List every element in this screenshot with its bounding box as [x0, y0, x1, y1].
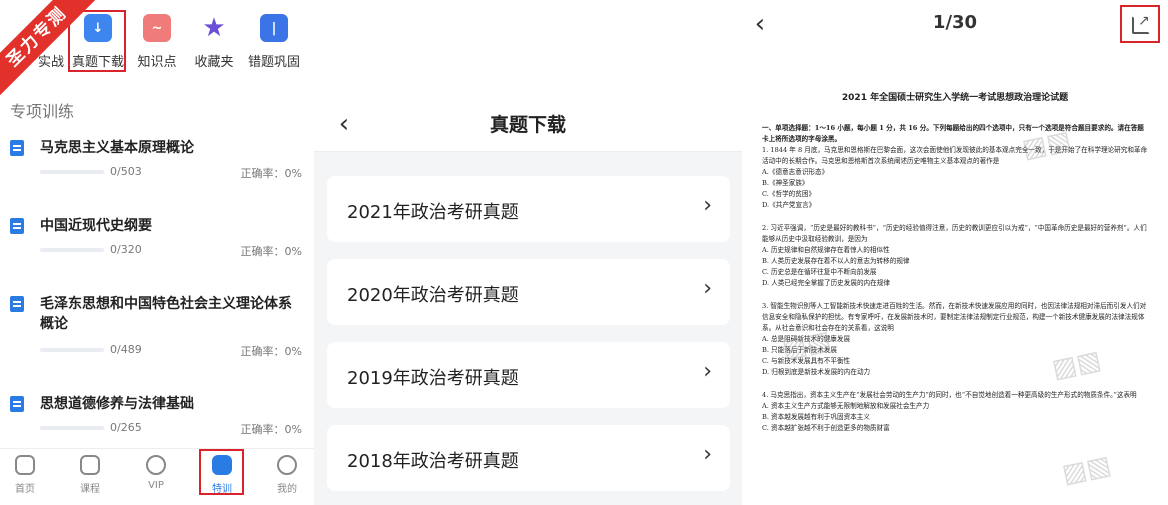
tab-vip[interactable]: VIP — [131, 455, 181, 491]
quick-item-knowledge[interactable]: ~ 知识点 — [126, 10, 188, 70]
subject-title: 思想道德修养与法律基础 — [40, 396, 194, 412]
header: ‹ 真题下载 — [314, 0, 742, 152]
accuracy-text: 正确率：0% — [240, 245, 302, 258]
progress-count: 0/265 — [110, 421, 142, 434]
quick-item-favorites[interactable]: ★ 收藏夹 — [183, 10, 245, 70]
doc-paragraph: 2. 习近平强调，“历史是最好的教科书”，“历史的经验值得注意，历史的教训更应引… — [762, 224, 1147, 243]
bottom-tab-bar: 首页 课程 VIP 特训 我的 — [0, 448, 314, 498]
share-arrow-icon: ↗ — [1138, 13, 1150, 29]
exam-item[interactable]: 2018年政治考研真题 › — [327, 425, 730, 491]
chevron-right-icon: › — [703, 276, 712, 301]
chevron-right-icon: › — [703, 442, 712, 467]
progress-bar — [40, 426, 104, 430]
doc-paragraph: C.《哲学的贫困》 — [762, 190, 816, 198]
accuracy-text: 正确率：0% — [240, 345, 302, 358]
training-tab-highlight-box — [199, 449, 244, 495]
doc-paragraph: A.《德意志意识形态》 — [762, 168, 829, 176]
document-page: 2021 年全国硕士研究生入学统一考试思想政治理论试题 一、单项选择题：1～16… — [762, 90, 1148, 434]
book-icon — [10, 296, 24, 312]
subject-title: 毛泽东思想和中国特色社会主义理论体系概论 — [40, 296, 292, 332]
watermark-graphic: ▨▧ — [1059, 450, 1114, 490]
chevron-right-icon: › — [703, 193, 712, 218]
list-icon: | — [260, 14, 288, 42]
chart-icon: ~ — [143, 14, 171, 42]
tab-mine[interactable]: 我的 — [262, 455, 312, 495]
progress-bar — [40, 170, 104, 174]
doc-paragraph: 1. 1844 年 8 月底，马克思和恩格斯在巴黎会面，这次会面使他们发现彼此的… — [762, 146, 1148, 165]
exam-item-label: 2021年政治考研真题 — [347, 202, 519, 223]
exam-item-label: 2018年政治考研真题 — [347, 451, 519, 472]
exam-item-label: 2020年政治考研真题 — [347, 285, 519, 306]
doc-paragraph: D.《共产党宣言》 — [762, 201, 816, 209]
share-button[interactable]: ↗ — [1120, 5, 1160, 43]
doc-paragraph: 4. 马克思指出，资本主义生产在“发展社会劳动的生产力”的同时，也“不自觉地创造… — [762, 391, 1137, 399]
exam-item[interactable]: 2021年政治考研真题 › — [327, 176, 730, 242]
subject-title: 中国近现代史纲要 — [40, 218, 152, 234]
page-indicator: 1/30 — [932, 12, 978, 33]
download-highlight-box — [68, 10, 126, 72]
doc-paragraph: A. 资本主义生产方式能够无限制地解放和发展社会生产力 — [762, 402, 930, 410]
doc-paragraph: C. 资本越扩张越不利于创造更多的物质财富 — [762, 424, 890, 432]
home-icon — [15, 455, 35, 475]
exam-download-panel: ‹ 真题下载 2021年政治考研真题 › 2020年政治考研真题 › 2019年… — [314, 0, 742, 505]
book-icon — [10, 140, 24, 156]
doc-paragraph: 一、单项选择题：1～16 小题，每小题 1 分，共 16 分。下列每题给出的四个… — [762, 124, 1144, 143]
accuracy-text: 正确率：0% — [240, 167, 302, 180]
tab-home[interactable]: 首页 — [0, 455, 50, 495]
progress-bar — [40, 348, 104, 352]
page-title: 真题下载 — [489, 114, 566, 136]
document-viewer-panel: ‹ 1/30 ↗ 2021 年全国硕士研究生入学统一考试思想政治理论试题 一、单… — [742, 0, 1168, 505]
progress-count: 0/489 — [110, 343, 142, 356]
special-training-panel: 圣力专测 实战 ↓ 真题下载 ~ 知识点 ★ 收藏夹 | 错题巩固 专项训练 马… — [0, 0, 314, 505]
exam-item[interactable]: 2020年政治考研真题 › — [327, 259, 730, 325]
accuracy-text: 正确率：0% — [240, 423, 302, 436]
doc-paragraph: C. 历史总是在循环往复中不断向前发展 — [762, 268, 877, 276]
progress-count: 0/503 — [110, 165, 142, 178]
quick-item-mistakes[interactable]: | 错题巩固 — [243, 10, 305, 70]
doc-paragraph: B.《神圣家族》 — [762, 179, 809, 187]
book-icon — [10, 396, 24, 412]
progress-count: 0/320 — [110, 243, 142, 256]
document-title: 2021 年全国硕士研究生入学统一考试思想政治理论试题 — [841, 93, 1069, 103]
chevron-right-icon: › — [703, 359, 712, 384]
subject-title: 马克思主义基本原理概论 — [40, 140, 194, 156]
doc-paragraph: A. 历史规律和自然规律存在着惊人的相似性 — [762, 246, 890, 254]
section-title: 专项训练 — [10, 102, 75, 121]
progress-bar — [40, 248, 104, 252]
doc-paragraph: B. 资本越发展越有利于巩固资本主义 — [762, 413, 870, 421]
tab-course[interactable]: 课程 — [65, 455, 115, 495]
exam-item[interactable]: 2019年政治考研真题 › — [327, 342, 730, 408]
doc-paragraph: D. 人类已经完全掌握了历史发展的内在规律 — [762, 279, 890, 287]
vip-icon — [146, 455, 166, 475]
profile-icon — [277, 455, 297, 475]
doc-paragraph: B. 人类历史发展存在着不以人的意志为转移的规律 — [762, 257, 910, 265]
course-icon — [80, 455, 100, 475]
book-icon — [10, 218, 24, 234]
star-icon: ★ — [202, 13, 226, 43]
exam-item-label: 2019年政治考研真题 — [347, 368, 519, 389]
